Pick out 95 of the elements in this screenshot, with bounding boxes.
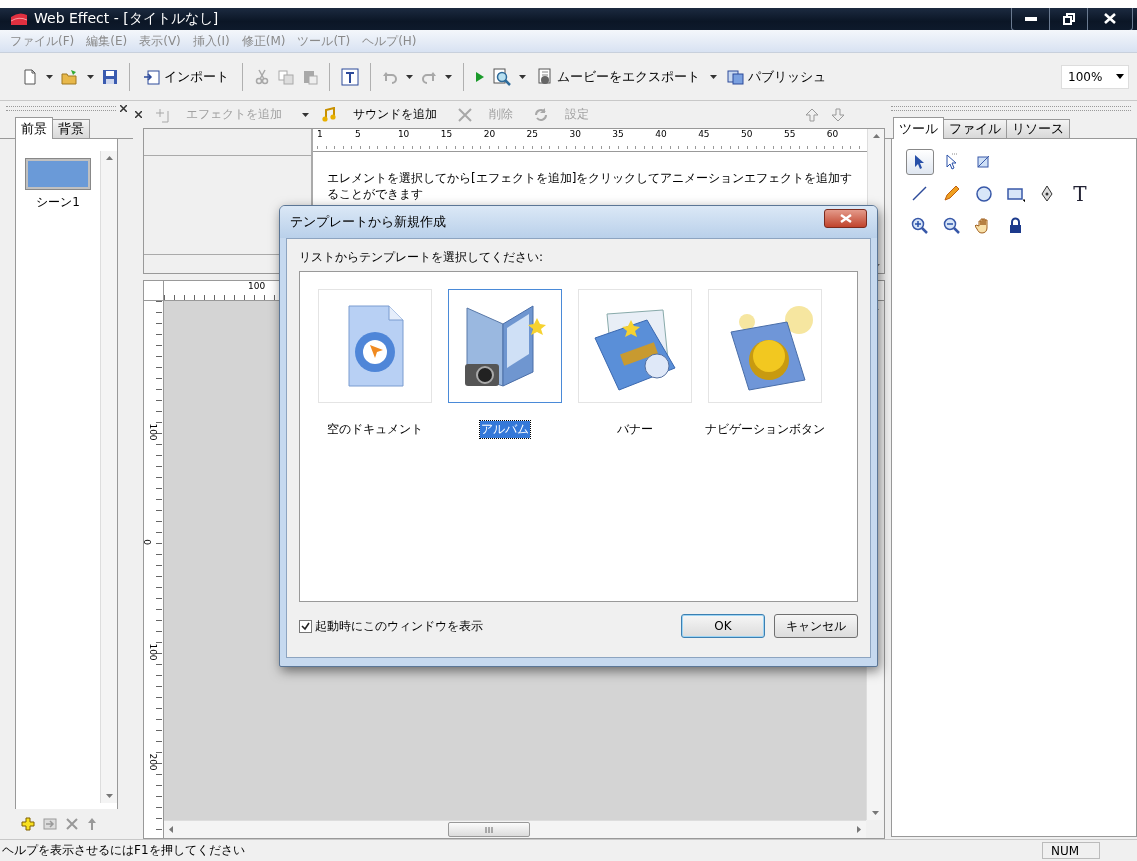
- scroll-up-icon[interactable]: [105, 156, 113, 160]
- move-up-icon[interactable]: [87, 817, 97, 831]
- zoom-in-icon: [911, 217, 929, 235]
- panel-tab[interactable]: 背景: [52, 119, 90, 138]
- checkbox-label[interactable]: 起動時にこのウィンドウを表示: [315, 617, 483, 635]
- panel-tab[interactable]: リソース: [1006, 119, 1070, 138]
- dropdown-caret-icon[interactable]: [302, 112, 309, 117]
- text-box-icon[interactable]: [341, 67, 359, 86]
- panel-tab[interactable]: ファイル: [943, 119, 1007, 138]
- ruler-number: 35: [612, 129, 625, 139]
- new-document-icon[interactable]: [22, 68, 38, 85]
- dropdown-caret-icon[interactable]: [710, 74, 717, 79]
- close-icon: [839, 213, 852, 223]
- dropdown-caret-icon[interactable]: [445, 74, 452, 79]
- play-icon[interactable]: [475, 70, 485, 83]
- tool-button[interactable]: [906, 149, 934, 175]
- dialog-title: テンプレートから新規作成: [290, 213, 447, 231]
- scrollbar[interactable]: [100, 151, 117, 803]
- panel-tab[interactable]: ツール: [893, 117, 944, 139]
- move-down-icon[interactable]: [831, 107, 845, 122]
- zoom-dropdown[interactable]: 100%: [1061, 64, 1129, 89]
- text-tool[interactable]: T: [1066, 181, 1094, 207]
- export-movie-button[interactable]: ムービーをエクスポート: [534, 65, 702, 88]
- music-note-icon[interactable]: [321, 106, 337, 123]
- line-icon: [911, 185, 929, 203]
- window-title: Web Effect - [タイトルなし]: [34, 10, 220, 28]
- ruler-number: 60: [826, 129, 840, 139]
- toolbar-button[interactable]: サウンドを追加: [321, 106, 445, 123]
- template-thumbnail[interactable]: [448, 289, 562, 403]
- scroll-down-icon[interactable]: [105, 794, 113, 798]
- ruler-number: 20: [483, 129, 497, 139]
- publish-icon: [727, 68, 745, 85]
- num-lock-indicator: NUM: [1042, 842, 1100, 859]
- dropdown-caret-icon: [1116, 74, 1124, 79]
- ruler-number: 100: [147, 643, 158, 661]
- minimize-icon: [1024, 16, 1037, 21]
- ruler-number: 0: [141, 539, 152, 545]
- add-scene-icon[interactable]: [21, 817, 35, 831]
- zoom-out-icon: [943, 217, 961, 235]
- ruler-number: 45: [698, 129, 711, 139]
- scroll-right-icon[interactable]: [857, 826, 861, 833]
- dropdown-caret-icon[interactable]: [519, 74, 526, 79]
- grip-icon[interactable]: [485, 826, 493, 833]
- scroll-left-icon[interactable]: [169, 826, 173, 833]
- ruler-number: 1: [317, 129, 324, 139]
- scroll-up-icon[interactable]: [872, 134, 880, 138]
- ellipse-icon: [975, 185, 993, 203]
- dropdown-caret-icon[interactable]: [46, 74, 53, 79]
- preview-icon[interactable]: [493, 67, 511, 86]
- pencil-icon: [943, 185, 961, 203]
- status-message: ヘルプを表示させるにはF1を押してください: [2, 842, 246, 859]
- dialog-button[interactable]: キャンセル: [774, 614, 858, 638]
- close-panel-icon[interactable]: [120, 105, 127, 112]
- close-icon: [1104, 13, 1116, 24]
- dropdown-caret-icon[interactable]: [406, 74, 413, 79]
- template-label[interactable]: バナー: [616, 421, 654, 438]
- scrollbar[interactable]: [164, 820, 866, 838]
- ruler-number: 100: [248, 281, 266, 291]
- ruler-number: 10: [397, 129, 411, 139]
- checkmark-icon: [301, 621, 310, 631]
- delete-scene-icon[interactable]: [65, 817, 79, 831]
- import-scene-icon[interactable]: [43, 817, 57, 831]
- scroll-down-icon[interactable]: [871, 811, 879, 815]
- ruler-number: 25: [526, 129, 539, 139]
- ruler-number: 15: [440, 129, 454, 139]
- save-icon[interactable]: [102, 68, 118, 85]
- ruler-number: 30: [569, 129, 582, 139]
- template-label[interactable]: アルバム: [480, 421, 530, 438]
- restore-icon: [1062, 12, 1075, 25]
- dropdown-caret-icon[interactable]: [87, 74, 94, 79]
- dialog-prompt: リストからテンプレートを選択してください:: [299, 249, 545, 266]
- ruler-number: 100: [147, 423, 158, 441]
- ruler-number: 40: [655, 129, 668, 139]
- open-folder-icon[interactable]: [61, 68, 79, 85]
- close-button[interactable]: [824, 208, 867, 228]
- import-icon: [143, 68, 161, 85]
- ruler-number: 5: [355, 129, 362, 139]
- move-up-icon[interactable]: [805, 107, 819, 122]
- import-button[interactable]: インポート: [141, 65, 231, 88]
- export-icon: [536, 67, 554, 86]
- scene-thumbnail[interactable]: [26, 159, 90, 189]
- app-logo-icon: [10, 12, 28, 26]
- rectangle-icon: [1007, 185, 1025, 203]
- publish-button[interactable]: パブリッシュ: [725, 65, 828, 88]
- template-label[interactable]: ナビゲーションボタン: [704, 421, 826, 438]
- ruler-number: 50: [741, 129, 754, 139]
- template-label[interactable]: 空のドキュメント: [326, 421, 424, 438]
- checkbox[interactable]: [299, 619, 312, 633]
- close-panel-icon[interactable]: [135, 111, 142, 118]
- ruler-number: 55: [783, 129, 797, 139]
- scene-label[interactable]: シーン1: [36, 194, 80, 211]
- panel-tab[interactable]: 前景: [15, 117, 53, 139]
- ruler-number: 200: [147, 753, 158, 771]
- timeline-hint: エレメントを選択してから[エフェクトを追加]をクリックしてアニメーションエフェクトを追加することができます: [326, 170, 854, 202]
- dialog-button[interactable]: OK: [681, 614, 765, 638]
